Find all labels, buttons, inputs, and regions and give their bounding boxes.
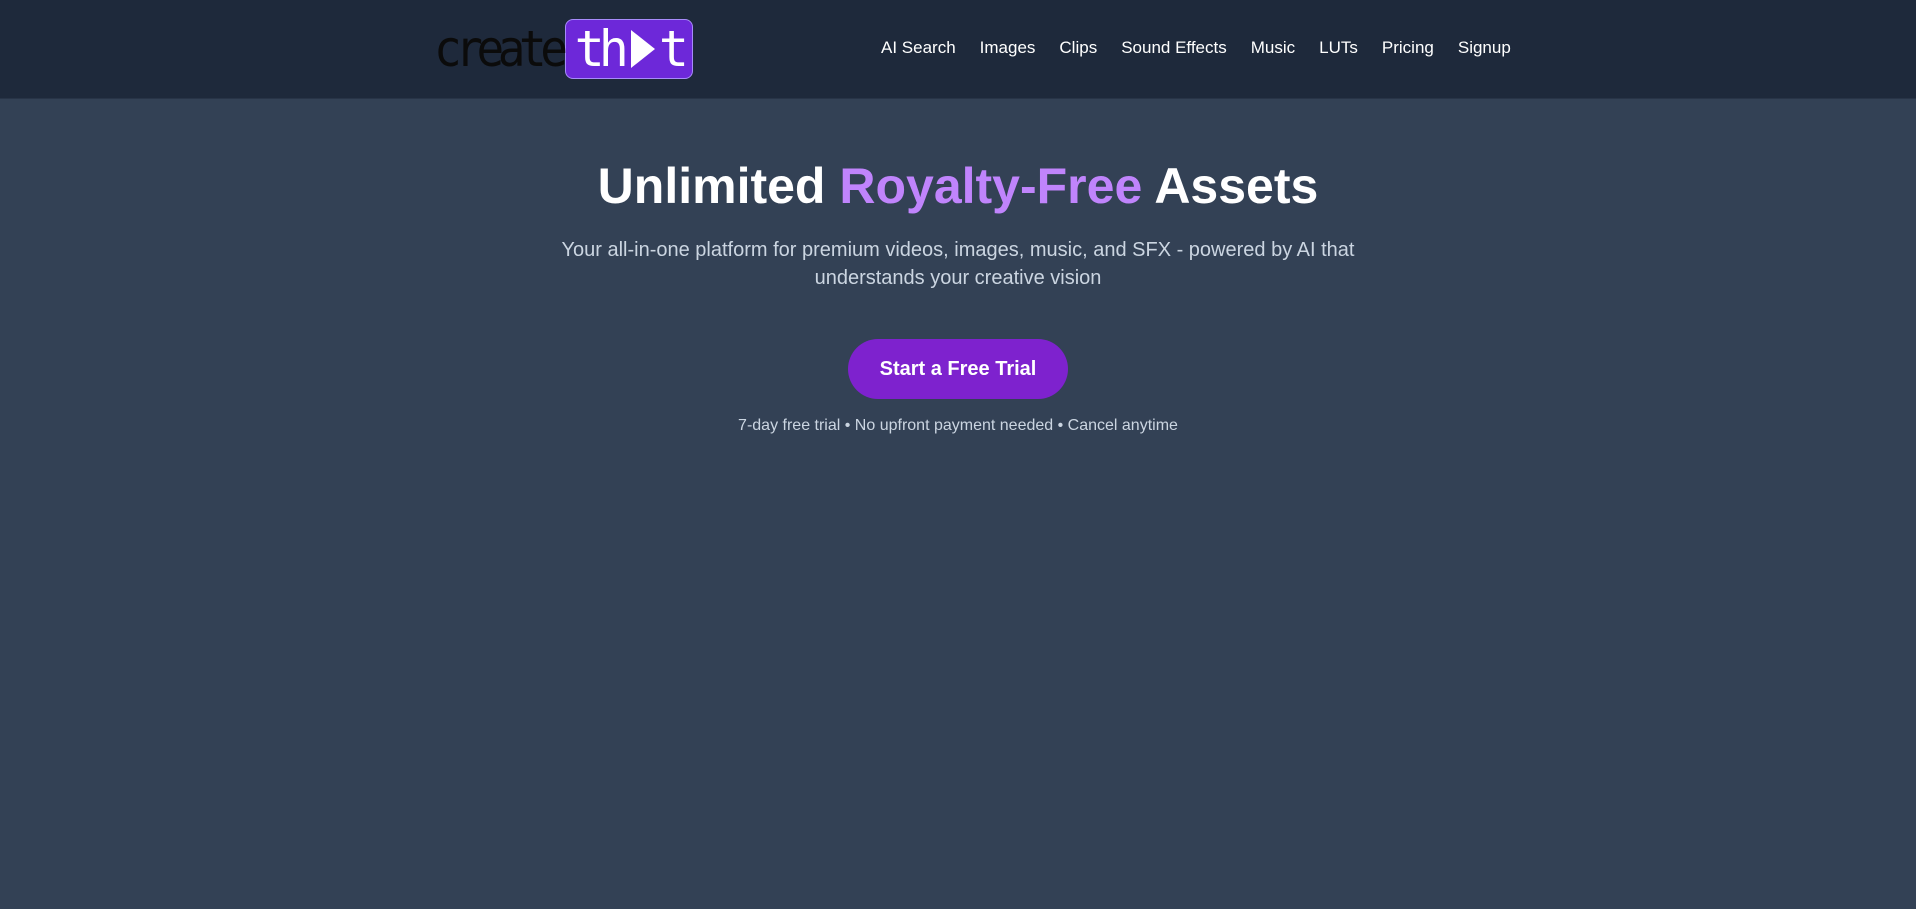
logo-that-suffix: t [658, 20, 689, 78]
main-nav: AI Search Images Clips Sound Effects Mus… [881, 38, 1511, 58]
hero-title-accent: Royalty-Free [839, 158, 1143, 214]
hero-title: Unlimited Royalty-Free Assets [0, 158, 1916, 214]
start-free-trial-button[interactable]: Start a Free Trial [848, 339, 1068, 399]
nav-sound-effects[interactable]: Sound Effects [1121, 38, 1227, 58]
logo-that-prefix: th [574, 20, 629, 78]
createthat-logo[interactable]: create th t [434, 18, 693, 80]
hero-subtitle: Your all-in-one platform for premium vid… [561, 239, 1355, 289]
nav-pricing[interactable]: Pricing [1382, 38, 1434, 58]
logo-that-text: th t [574, 19, 689, 79]
hero-title-end: Assets [1154, 158, 1319, 214]
logo-create-text: create [434, 20, 568, 78]
hero-title-start: Unlimited [597, 158, 826, 214]
nav-luts[interactable]: LUTs [1319, 38, 1358, 58]
nav-clips[interactable]: Clips [1059, 38, 1097, 58]
logo-that-box: th t [564, 19, 693, 79]
play-icon [630, 30, 655, 68]
trial-note: 7-day free trial • No upfront payment ne… [738, 417, 1178, 434]
site-header: create th t AI Search Images Clips Sound… [0, 0, 1916, 99]
nav-ai-search[interactable]: AI Search [881, 38, 956, 58]
nav-signup[interactable]: Signup [1458, 38, 1511, 58]
nav-music[interactable]: Music [1251, 38, 1295, 58]
nav-images[interactable]: Images [980, 38, 1036, 58]
